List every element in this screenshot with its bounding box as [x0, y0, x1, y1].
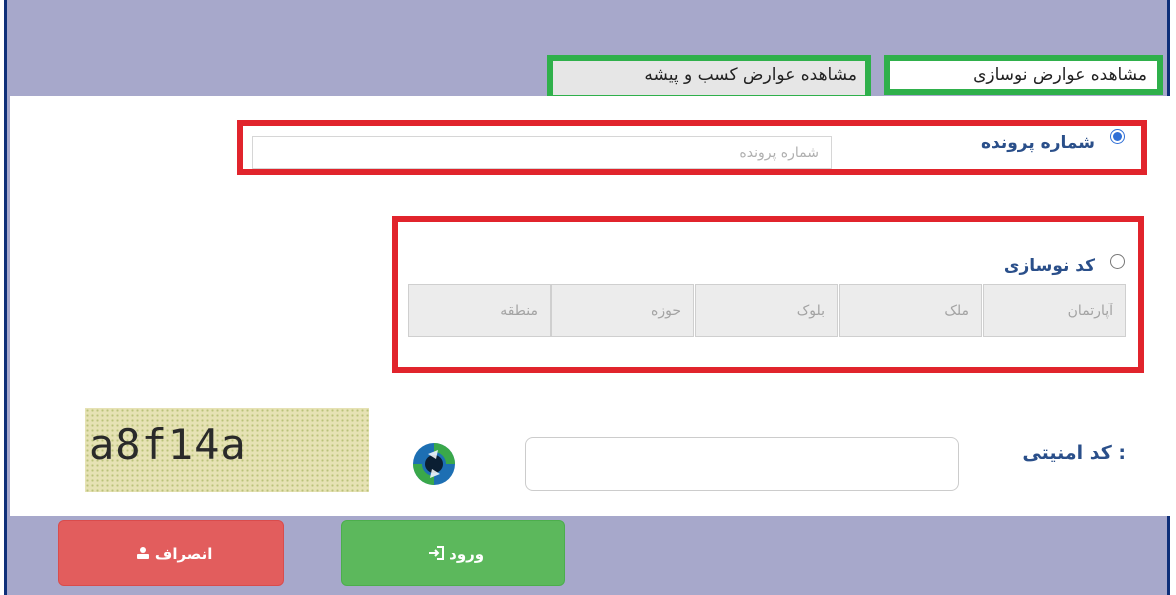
apartment-field[interactable] [983, 284, 1126, 337]
security-code-label: کد امنیتی : [1022, 442, 1126, 464]
property-field[interactable] [839, 284, 982, 337]
zone-field[interactable] [551, 284, 694, 337]
cancel-button[interactable]: انصراف [58, 520, 284, 586]
captcha-text: a8f14a [89, 420, 247, 469]
security-code-field[interactable] [525, 437, 959, 491]
district-input[interactable] [409, 285, 550, 336]
login-button-label: ورود [449, 545, 485, 563]
refresh-captcha-icon[interactable] [408, 440, 460, 488]
cancel-button-label: انصراف [154, 545, 213, 563]
login-icon [428, 522, 444, 588]
captcha-image: a8f14a [85, 408, 369, 492]
tab-business-fees-label: مشاهده عوارض کسب و پیشه [644, 65, 857, 85]
district-field[interactable] [408, 284, 551, 337]
file-number-label: شماره پرونده [980, 133, 1095, 153]
file-number-field[interactable] [252, 136, 832, 169]
renewal-code-label: کد نوسازی [1003, 256, 1095, 276]
file-number-radio[interactable] [1110, 129, 1125, 144]
block-input[interactable] [696, 285, 837, 336]
tab-renewal-fees-label: مشاهده عوارض نوسازی [973, 65, 1147, 85]
renewal-code-radio[interactable] [1110, 254, 1125, 269]
apartment-input[interactable] [984, 285, 1125, 336]
property-input[interactable] [840, 285, 981, 336]
logout-icon [136, 522, 150, 588]
security-code-input[interactable] [526, 438, 958, 490]
block-field[interactable] [695, 284, 838, 337]
tab-renewal-fees[interactable]: مشاهده عوارض نوسازی [884, 55, 1163, 95]
zone-input[interactable] [552, 285, 693, 336]
tab-business-fees[interactable]: مشاهده عوارض کسب و پیشه [547, 55, 871, 101]
login-button[interactable]: ورود [341, 520, 565, 586]
file-number-input[interactable] [253, 137, 831, 168]
